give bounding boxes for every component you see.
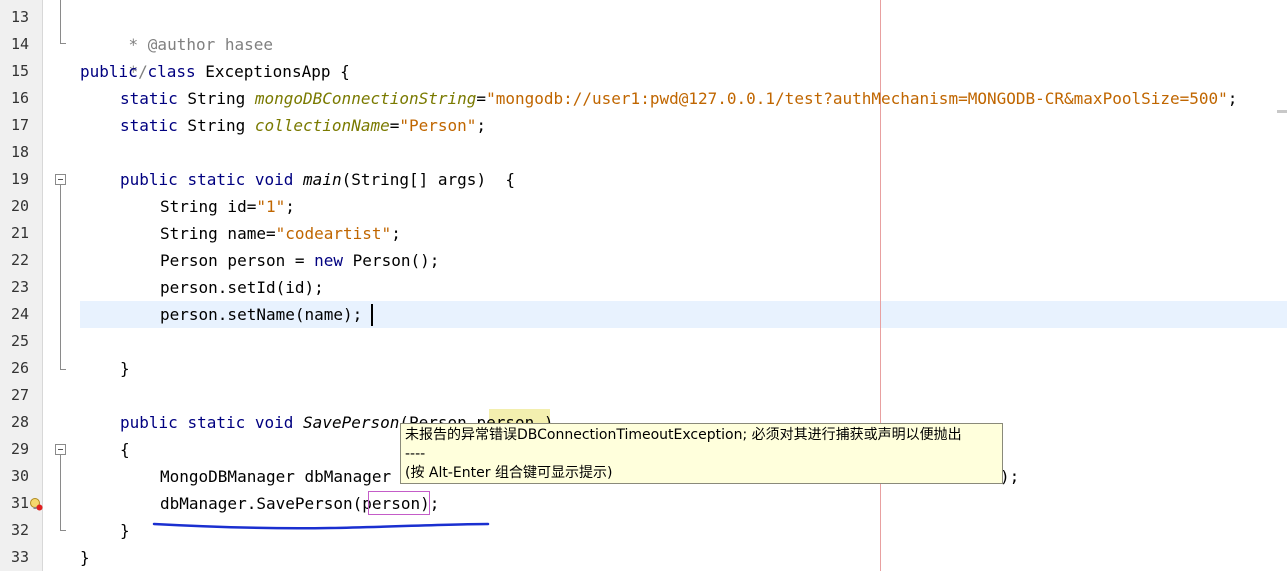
keyword: void bbox=[254, 170, 294, 189]
code-line-29: { bbox=[120, 436, 130, 463]
line-number: 20 bbox=[10, 197, 30, 215]
string-literal: "Person" bbox=[399, 116, 477, 135]
code-text: ; bbox=[476, 116, 487, 135]
line-number-gutter[interactable]: 13 14 15 16 17 18 19 20 21 22 23 24 25 2… bbox=[0, 0, 43, 571]
code-text: (String[] args) { bbox=[341, 170, 515, 189]
code-text: String name= bbox=[160, 224, 276, 243]
keyword: public bbox=[120, 170, 178, 189]
code-editor[interactable]: 13 14 15 16 17 18 19 20 21 22 23 24 25 2… bbox=[0, 0, 1287, 571]
code-text: ; bbox=[1227, 89, 1238, 108]
fold-toggle-main[interactable] bbox=[55, 174, 66, 185]
method-name: SavePerson bbox=[303, 413, 400, 432]
keyword: static bbox=[120, 89, 178, 108]
keyword: static bbox=[120, 116, 178, 135]
code-line-21: String name="codeartist"; bbox=[160, 220, 401, 247]
code-text: String bbox=[177, 116, 255, 135]
line-number: 19 bbox=[10, 170, 30, 188]
code-line-15: public class ExceptionsApp { bbox=[80, 58, 350, 85]
fold-end-marker bbox=[60, 530, 66, 531]
tooltip-hint: (按 Alt-Enter 组合键可显示提示) bbox=[405, 465, 613, 481]
line-number: 29 bbox=[10, 440, 30, 458]
fold-guide bbox=[60, 455, 61, 530]
error-highlight-box bbox=[368, 491, 430, 515]
line-number: 26 bbox=[10, 359, 30, 377]
tooltip-separator: ---- bbox=[405, 446, 426, 462]
keyword: public bbox=[120, 413, 178, 432]
code-line-23: person.setId(id); bbox=[160, 274, 324, 301]
keyword: class bbox=[147, 62, 196, 81]
code-text: String id= bbox=[160, 197, 257, 216]
code-text: Person(); bbox=[343, 251, 440, 270]
code-text: = bbox=[389, 116, 400, 135]
fold-guide bbox=[60, 185, 61, 369]
string-literal: "codeartist" bbox=[275, 224, 392, 243]
code-line-20: String id="1"; bbox=[160, 193, 295, 220]
line-number: 33 bbox=[10, 548, 30, 566]
keyword: public bbox=[80, 62, 138, 81]
keyword: new bbox=[314, 251, 344, 270]
keyword: static bbox=[187, 413, 246, 432]
code-line-17: static String collectionName="Person"; bbox=[120, 112, 486, 139]
code-text: } bbox=[80, 548, 90, 567]
code-line-24: person.setName(name); bbox=[160, 301, 362, 328]
text-caret bbox=[371, 304, 373, 326]
line-number: 21 bbox=[10, 224, 30, 242]
line-number: 30 bbox=[10, 467, 30, 485]
line-number: 22 bbox=[10, 251, 30, 269]
code-text: } bbox=[120, 521, 130, 540]
code-line-30: MongoDBManager dbManager bbox=[160, 463, 391, 490]
code-text: ; bbox=[391, 224, 401, 243]
fold-toggle-saveperson[interactable] bbox=[55, 444, 66, 455]
code-text: ExceptionsApp { bbox=[195, 62, 350, 81]
line-number: 32 bbox=[10, 521, 30, 539]
code-text: person.setName(name); bbox=[160, 305, 363, 324]
field-name: mongoDBConnectionString bbox=[254, 89, 477, 108]
code-text: ; bbox=[285, 197, 295, 216]
keyword: void bbox=[254, 413, 294, 432]
hand-drawn-underline bbox=[152, 522, 490, 530]
line-number: 16 bbox=[10, 89, 30, 107]
comment: * @author hasee bbox=[128, 35, 274, 54]
code-line-13: * @author hasee bbox=[90, 4, 274, 54]
keyword: static bbox=[187, 170, 246, 189]
code-text: } bbox=[120, 359, 130, 378]
tooltip-message: 未报告的异常错误DBConnectionTimeoutException; 必须… bbox=[405, 427, 962, 443]
code-text: MongoDBManager dbManager bbox=[160, 467, 392, 486]
code-text: = bbox=[476, 89, 487, 108]
line-number: 14 bbox=[10, 35, 30, 53]
code-text: Person person = bbox=[160, 251, 315, 270]
line-number: 25 bbox=[10, 332, 30, 350]
code-text: { bbox=[120, 440, 130, 459]
line-number: 28 bbox=[10, 413, 30, 431]
line-number: 17 bbox=[10, 116, 30, 134]
error-lightbulb-icon[interactable] bbox=[29, 497, 43, 511]
code-text: person.setId(id); bbox=[160, 278, 324, 297]
fold-guide bbox=[60, 0, 61, 43]
code-line-16: static String mongoDBConnectionString="m… bbox=[120, 85, 1237, 112]
code-line-19: public static void main(String[] args) { bbox=[120, 166, 515, 193]
fold-end-marker bbox=[60, 369, 66, 370]
string-literal: "mongodb://user1:pwd@127.0.0.1/test?auth… bbox=[486, 89, 1228, 108]
code-line-22: Person person = new Person(); bbox=[160, 247, 439, 274]
line-number: 15 bbox=[10, 62, 30, 80]
field-name: collectionName bbox=[254, 116, 390, 135]
error-tooltip: 未报告的异常错误DBConnectionTimeoutException; 必须… bbox=[400, 423, 1003, 484]
line-number: 24 bbox=[10, 305, 30, 323]
code-line-32: } bbox=[120, 517, 130, 544]
line-number: 27 bbox=[10, 386, 30, 404]
method-name: main bbox=[303, 170, 342, 189]
line-number: 23 bbox=[10, 278, 30, 296]
line-number: 18 bbox=[10, 143, 30, 161]
fold-end-marker bbox=[60, 43, 66, 44]
line-number: 13 bbox=[10, 8, 30, 26]
string-literal: "1" bbox=[256, 197, 286, 216]
code-line-33: } bbox=[80, 544, 90, 571]
scrollbar-marker[interactable] bbox=[1277, 110, 1287, 113]
code-text: String bbox=[177, 89, 255, 108]
code-line-26: } bbox=[120, 355, 130, 382]
code-line-14: */ bbox=[90, 31, 148, 81]
